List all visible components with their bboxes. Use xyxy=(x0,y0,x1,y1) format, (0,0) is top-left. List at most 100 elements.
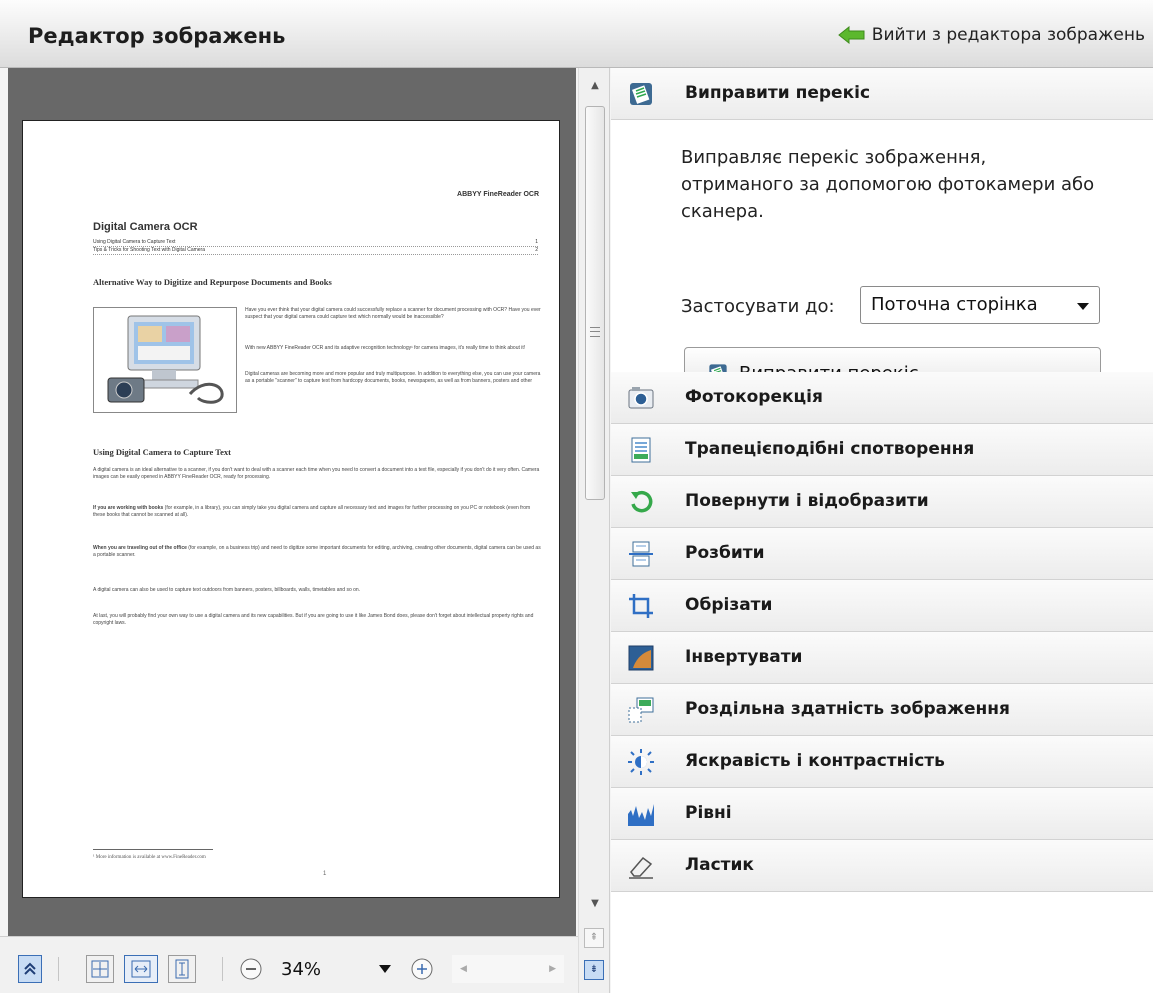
image-tools-panel: Виправити перекіс Виправляє перекіс зобр… xyxy=(611,68,1153,993)
trapezoid-icon xyxy=(631,437,651,463)
tool-label: Роздільна здатність зображення xyxy=(685,699,1010,719)
tool-label: Інвертувати xyxy=(685,647,803,667)
grip-icon xyxy=(590,327,600,337)
toolbar-separator xyxy=(58,957,59,981)
apply-to-value: Поточна сторінка xyxy=(871,294,1038,315)
previous-page-button[interactable]: ⇞ xyxy=(584,928,604,948)
zoom-select[interactable]: 34% xyxy=(281,955,391,983)
doc-bold: If you are working with books xyxy=(93,505,164,511)
doc-paragraph: Digital cameras are becoming more and mo… xyxy=(245,371,541,384)
invert-icon xyxy=(628,645,654,671)
tool-label: Повернути і відобразити xyxy=(685,491,929,511)
tool-deskew-label: Виправити перекіс xyxy=(685,83,871,103)
eraser-icon xyxy=(629,856,653,879)
back-arrow-icon xyxy=(837,26,865,44)
zoom-in-icon xyxy=(411,958,433,980)
editor-header: Редактор зображень Вийти з редактора зоб… xyxy=(0,0,1153,68)
tool-label: Трапецієподібні спотворення xyxy=(685,439,975,459)
deskew-icon xyxy=(630,83,652,105)
scroll-down-icon[interactable]: ▼ xyxy=(587,898,603,909)
fit-height-button[interactable] xyxy=(168,955,196,983)
exit-editor-label: Вийти з редактора зображень xyxy=(871,25,1145,45)
fit-width-button[interactable] xyxy=(124,955,158,983)
doc-brand: ABBYY FineReader OCR xyxy=(457,191,539,198)
tool-deskew-header[interactable]: Виправити перекіс xyxy=(611,68,1153,120)
doc-title: Digital Camera OCR xyxy=(93,221,198,233)
fit-height-icon xyxy=(175,959,189,979)
doc-paragraph: When you are traveling out of the office… xyxy=(93,545,541,559)
doc-paragraph: A digital camera can also be used to cap… xyxy=(93,587,361,593)
toc-page: 2 xyxy=(535,247,538,253)
tool-label: Фотокорекція xyxy=(685,387,823,407)
zoom-value: 34% xyxy=(281,958,322,980)
tool-crop[interactable]: Обрізати xyxy=(611,580,1153,632)
brightness-icon xyxy=(628,749,654,775)
doc-paragraph: At last, you will probably find your own… xyxy=(93,613,534,626)
levels-icon xyxy=(628,804,654,826)
tool-brightness[interactable]: Яскравість і контрастність xyxy=(611,736,1153,788)
doc-paragraph: Have you ever think that your digital ca… xyxy=(245,307,541,320)
tool-label: Розбити xyxy=(685,543,765,563)
split-icon xyxy=(629,541,653,567)
apply-to-select[interactable]: Поточна сторінка xyxy=(860,286,1100,324)
doc-footnote: ¹ More information is available at www.F… xyxy=(93,855,206,860)
fit-width-icon xyxy=(131,960,151,978)
document-page: ABBYY FineReader OCR Digital Camera OCR … xyxy=(22,120,560,898)
tool-eraser[interactable]: Ластик xyxy=(611,840,1153,892)
toc-page: 1 xyxy=(535,239,538,245)
doc-paragraph: If you are working with books (for examp… xyxy=(93,505,541,519)
zoom-out-button[interactable] xyxy=(236,955,266,983)
doc-paragraph: With new ABBYY FineReader OCR and its ad… xyxy=(245,345,526,351)
zoom-out-icon xyxy=(240,958,262,980)
fit-page-icon xyxy=(91,960,109,978)
zoom-in-button[interactable] xyxy=(407,955,437,983)
tool-photo-correction[interactable]: Фотокорекція xyxy=(611,372,1153,424)
toc-text: Tips & Tricks for Shooting Text with Dig… xyxy=(93,247,205,253)
slider-right-icon[interactable]: ▶ xyxy=(549,964,556,974)
tool-resolution[interactable]: Роздільна здатність зображення xyxy=(611,684,1153,736)
footnote-divider xyxy=(93,849,213,850)
tool-description: Виправляє перекіс зображення, отриманого… xyxy=(681,147,1095,222)
resolution-icon xyxy=(628,697,654,723)
doc-paragraph: A digital camera is an ideal alternative… xyxy=(93,467,540,480)
chevron-down-icon xyxy=(1077,303,1089,310)
double-chevron-up-icon xyxy=(24,962,36,975)
tool-label: Рівні xyxy=(685,803,732,823)
doc-heading: Alternative Way to Digitize and Repurpos… xyxy=(93,277,332,287)
scroll-up-icon[interactable]: ▲ xyxy=(587,80,603,91)
editor-title: Редактор зображень xyxy=(28,24,286,48)
toc-text: Using Digital Camera to Capture Text xyxy=(93,239,176,245)
viewer-toolbar: 34% ◀ ▶ xyxy=(0,936,578,993)
scroll-thumb[interactable] xyxy=(585,106,605,500)
doc-page-number: 1 xyxy=(323,871,327,877)
doc-bold: When you are traveling out of the office xyxy=(93,545,187,551)
image-viewer[interactable]: ABBYY FineReader OCR Digital Camera OCR … xyxy=(8,68,576,936)
tool-rotate[interactable]: Повернути і відобразити xyxy=(611,476,1153,528)
camera-icon xyxy=(628,387,654,409)
slider-left-icon[interactable]: ◀ xyxy=(460,964,467,974)
zoom-slider[interactable]: ◀ ▶ xyxy=(452,955,564,983)
tool-invert[interactable]: Інвертувати xyxy=(611,632,1153,684)
tool-split[interactable]: Розбити xyxy=(611,528,1153,580)
tool-label: Обрізати xyxy=(685,595,773,615)
toc-row: Using Digital Camera to Capture Text 1 xyxy=(93,239,538,247)
collapse-toolbar-button[interactable] xyxy=(18,955,42,983)
doc-heading: Using Digital Camera to Capture Text xyxy=(93,447,231,457)
doc-paragraph-cont xyxy=(93,385,541,407)
fit-page-button[interactable] xyxy=(86,955,114,983)
next-page-button[interactable]: ⇟ xyxy=(584,960,604,980)
rotate-icon xyxy=(631,490,653,513)
tool-label: Ластик xyxy=(685,855,754,875)
exit-editor-link[interactable]: Вийти з редактора зображень xyxy=(837,25,1145,45)
tool-label: Яскравість і контрастність xyxy=(685,751,945,771)
doc-toc: Using Digital Camera to Capture Text 1 Ti… xyxy=(93,239,538,255)
apply-to-label: Застосувати до: xyxy=(681,296,835,317)
chevron-down-icon xyxy=(379,965,391,973)
toolbar-separator xyxy=(222,957,223,981)
tool-trapezoid[interactable]: Трапецієподібні спотворення xyxy=(611,424,1153,476)
tool-levels[interactable]: Рівні xyxy=(611,788,1153,840)
toc-row: Tips & Tricks for Shooting Text with Dig… xyxy=(93,247,538,255)
crop-icon xyxy=(629,594,653,618)
tool-deskew-options: Виправляє перекіс зображення, отриманого… xyxy=(611,120,1153,399)
viewer-scrollbar[interactable]: ▲ ▼ ⇞ ⇟ xyxy=(578,68,610,993)
